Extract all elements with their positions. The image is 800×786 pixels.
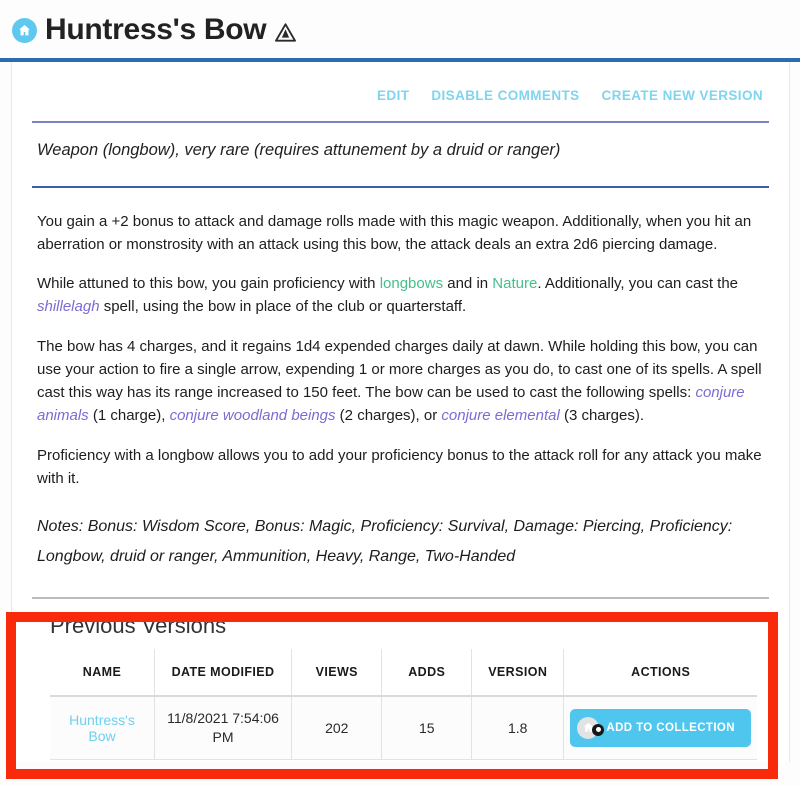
disable-comments-link[interactable]: DISABLE COMMENTS: [431, 88, 579, 103]
home-icon[interactable]: [12, 17, 37, 43]
conjure-woodland-beings-link[interactable]: conjure woodland beings: [170, 407, 336, 424]
warning-triangle-icon[interactable]: [275, 22, 297, 42]
column-header-name: NAME: [50, 648, 155, 697]
cell-version: 1.8: [471, 695, 565, 760]
add-to-collection-label: ADD TO COLLECTION: [606, 721, 735, 734]
previous-versions-section: Previous Versions NAME DATE MODIFIED VIE…: [32, 599, 769, 760]
content-panel: EDIT DISABLE COMMENTS CREATE NEW VERSION…: [11, 62, 790, 762]
cell-views: 202: [291, 695, 383, 760]
item-notes: Notes: Bonus: Wisdom Score, Bonus: Magic…: [37, 518, 733, 566]
create-new-version-link[interactable]: CREATE NEW VERSION: [602, 88, 763, 103]
longbows-link[interactable]: longbows: [380, 275, 443, 292]
table-row: Huntress's Bow 11/8/2021 7:54:06 PM 202 …: [50, 695, 757, 760]
column-header-version: VERSION: [471, 648, 565, 697]
description-paragraph-4: Proficiency with a longbow allows you to…: [37, 446, 762, 487]
description-paragraph-1: You gain a +2 bonus to attack and damage…: [37, 212, 752, 253]
previous-versions-table: NAME DATE MODIFIED VIEWS ADDS VERSION AC…: [50, 648, 757, 760]
page-title: Huntress's Bow: [45, 13, 267, 46]
add-to-collection-icon: [577, 716, 605, 739]
p2-text-2: and in: [443, 275, 493, 292]
add-badge-icon: [592, 723, 605, 736]
table-header-row: NAME DATE MODIFIED VIEWS ADDS VERSION AC…: [50, 648, 757, 697]
p3-text-2: (1 charge),: [88, 407, 170, 425]
cell-date-modified: 11/8/2021 7:54:06 PM: [154, 695, 293, 760]
page-header: Huntress's Bow: [0, 0, 800, 58]
shillelagh-link[interactable]: shillelagh: [37, 298, 100, 315]
divider-under-subtitle: [32, 185, 769, 188]
item-subtitle: Weapon (longbow), very rare (requires at…: [37, 140, 561, 159]
column-header-actions: ACTIONS: [563, 648, 757, 697]
cell-name: Huntress's Bow: [50, 695, 155, 760]
previous-versions-title: Previous Versions: [50, 612, 227, 638]
column-header-date-modified: DATE MODIFIED: [154, 648, 293, 697]
cell-adds: 15: [381, 695, 473, 760]
description-paragraph-3: The bow has 4 charges, and it regains 1d…: [32, 335, 769, 428]
action-links: EDIT DISABLE COMMENTS CREATE NEW VERSION: [32, 62, 769, 111]
add-to-collection-button[interactable]: ADD TO COLLECTION: [570, 708, 751, 747]
p3-text-1: The bow has 4 charges, and it regains 1d…: [37, 337, 762, 402]
nature-link[interactable]: Nature: [492, 275, 537, 292]
column-header-views: VIEWS: [291, 648, 383, 697]
column-header-adds: ADDS: [381, 648, 473, 697]
version-name-link[interactable]: Huntress's Bow: [69, 712, 135, 744]
page-root: Huntress's Bow EDIT DISABLE COMMENTS CRE…: [0, 0, 800, 786]
p2-text-3: . Additionally, you can cast the: [537, 275, 739, 292]
description-paragraph-2: While attuned to this bow, you gain prof…: [32, 272, 769, 319]
p3-text-3: (2 charges), or: [335, 407, 442, 425]
cell-actions: ADD TO COLLECTION: [563, 695, 757, 760]
edit-link[interactable]: EDIT: [377, 88, 409, 103]
p2-text-1: While attuned to this bow, you gain prof…: [37, 275, 380, 292]
p3-text-4: (3 charges).: [559, 407, 644, 425]
p2-text-4: spell, using the bow in place of the clu…: [99, 298, 467, 316]
conjure-elemental-link[interactable]: conjure elemental: [441, 407, 559, 424]
